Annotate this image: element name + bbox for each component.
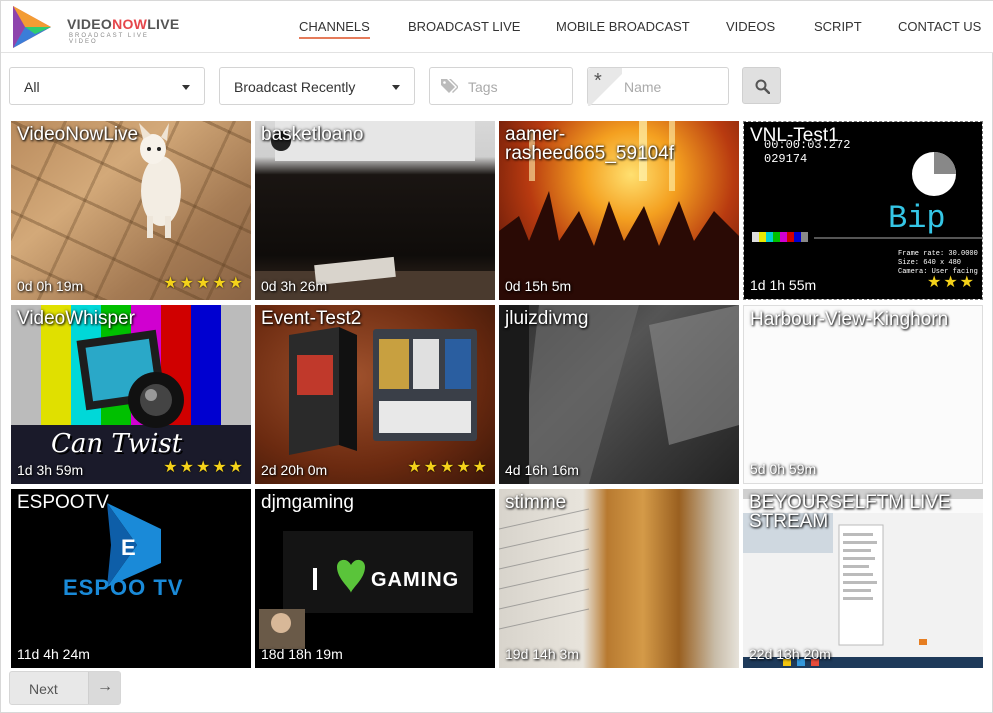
channel-tile[interactable]: aamer-rasheed665_59104f 0d 15h 5m <box>499 121 739 300</box>
arrow-right-icon: → <box>88 672 120 704</box>
gaming-text: GAMING <box>371 569 460 591</box>
sort-select[interactable]: Broadcast Recently <box>219 67 415 105</box>
channel-time: 22d 13h 20m <box>749 646 831 662</box>
nav-videos[interactable]: VIDEOS <box>726 19 775 34</box>
room-image <box>255 121 495 300</box>
channel-tile[interactable]: E ESPOO TV ESPOOTV 11d 4h 24m <box>11 489 251 668</box>
nav-contact-us[interactable]: CONTACT US <box>898 19 981 34</box>
espoo-logo-text: ESPOO TV <box>63 575 184 600</box>
keyboard-image <box>499 508 590 630</box>
chevron-down-icon <box>182 85 190 90</box>
channel-time: 11d 4h 24m <box>17 646 90 662</box>
channel-tile[interactable]: basketloano 0d 3h 26m <box>255 121 495 300</box>
channel-grid: VideoNowLive 0d 0h 19m ★★★★★ basketloano… <box>11 121 983 669</box>
sort-select-value: Broadcast Recently <box>234 79 356 95</box>
rating-stars: ★★★★★ <box>163 459 245 476</box>
logo-tagline: BROADCAST LIVE VIDEO <box>69 33 149 45</box>
channel-tile[interactable]: BEYOURSELFTM LIVE STREAM 22d 13h 20m <box>743 489 983 668</box>
channel-title: djmgaming <box>261 492 354 513</box>
nav-channels[interactable]: CHANNELS <box>299 19 370 39</box>
channel-time: 0d 15h 5m <box>505 278 572 294</box>
nav-broadcast-live[interactable]: BROADCAST LIVE <box>408 19 520 34</box>
channel-tile[interactable]: VideoNowLive 0d 0h 19m ★★★★★ <box>11 121 251 300</box>
rating-stars: ★★★★★ <box>407 459 489 476</box>
bip-text: Bip <box>888 200 946 237</box>
channel-time: 4d 16h 16m <box>505 462 579 478</box>
channel-tile[interactable]: Can Twist VideoWhisper 1d 3h 59m ★★★★★ <box>11 305 251 484</box>
search-icon <box>755 79 770 94</box>
category-select[interactable]: All <box>9 67 205 105</box>
tags-icon <box>441 79 458 93</box>
channel-title: stimme <box>505 492 567 513</box>
ceiling-image <box>499 305 739 484</box>
channel-title: VNL-Test1 <box>750 125 839 146</box>
channel-time: 0d 0h 19m <box>17 278 84 294</box>
channel-time: 1d 3h 59m <box>17 462 84 478</box>
channel-title: Event-Test2 <box>261 308 362 329</box>
tags-placeholder: Tags <box>468 79 498 95</box>
channel-title: BEYOURSELFTM LIVE STREAM <box>749 492 951 532</box>
channel-title: jluizdivmg <box>505 308 589 329</box>
channel-title: aamer-rasheed665_59104f <box>505 124 675 164</box>
channel-tile[interactable]: Event-Test2 2d 20h 0m ★★★★★ <box>255 305 495 484</box>
required-marker: * <box>588 68 622 106</box>
channel-time: 1d 1h 55m <box>750 277 817 293</box>
channel-tile[interactable]: stimme 19d 14h 3m <box>499 489 739 668</box>
channel-title: VideoNowLive <box>17 124 139 145</box>
category-select-value: All <box>24 79 40 95</box>
channel-tile[interactable]: Harbour-View-Kinghorn 5d 0h 59m <box>743 305 983 484</box>
nav-mobile-broadcast[interactable]: MOBILE BROADCAST <box>556 19 690 34</box>
channel-tile[interactable]: jluizdivmg 4d 16h 16m <box>499 305 739 484</box>
next-page-button[interactable]: Next → <box>9 671 121 705</box>
channel-time: 19d 14h 3m <box>505 646 579 662</box>
name-input[interactable]: * Name <box>587 67 729 106</box>
tags-input[interactable]: Tags <box>429 67 573 105</box>
channel-title: VideoWhisper <box>17 308 135 329</box>
search-button[interactable] <box>742 67 781 104</box>
channel-time: 18d 18h 19m <box>261 646 343 662</box>
next-label: Next <box>29 681 58 697</box>
rating-stars: ★★★ <box>926 274 976 291</box>
channel-title: ESPOOTV <box>17 492 109 513</box>
chevron-down-icon <box>392 85 400 90</box>
caption-text: Can Twist <box>51 429 183 459</box>
channel-title: Harbour-View-Kinghorn <box>750 309 949 330</box>
name-placeholder: Name <box>624 79 662 95</box>
logo-wordmark: VIDEONOWLIVE <box>67 16 180 32</box>
svg-text:E: E <box>121 535 136 560</box>
channel-time: 2d 20h 0m <box>261 462 328 478</box>
channel-time: 5d 0h 59m <box>750 461 817 477</box>
channel-title: basketloano <box>261 124 364 145</box>
logo-play-icon <box>13 6 51 48</box>
channel-tile[interactable]: 00:00:03.272 029174 Bip Frame rate: 30.0… <box>743 121 983 300</box>
rating-stars: ★★★★★ <box>163 275 245 292</box>
channel-time: 0d 3h 26m <box>261 278 328 294</box>
top-header: VIDEONOWLIVE BROADCAST LIVE VIDEO CHANNE… <box>1 1 993 53</box>
site-logo[interactable]: VIDEONOWLIVE BROADCAST LIVE VIDEO <box>11 4 179 50</box>
nav-script[interactable]: SCRIPT <box>814 19 862 34</box>
channel-tile[interactable]: GAMING djmgaming 18d 18h 19m <box>255 489 495 668</box>
